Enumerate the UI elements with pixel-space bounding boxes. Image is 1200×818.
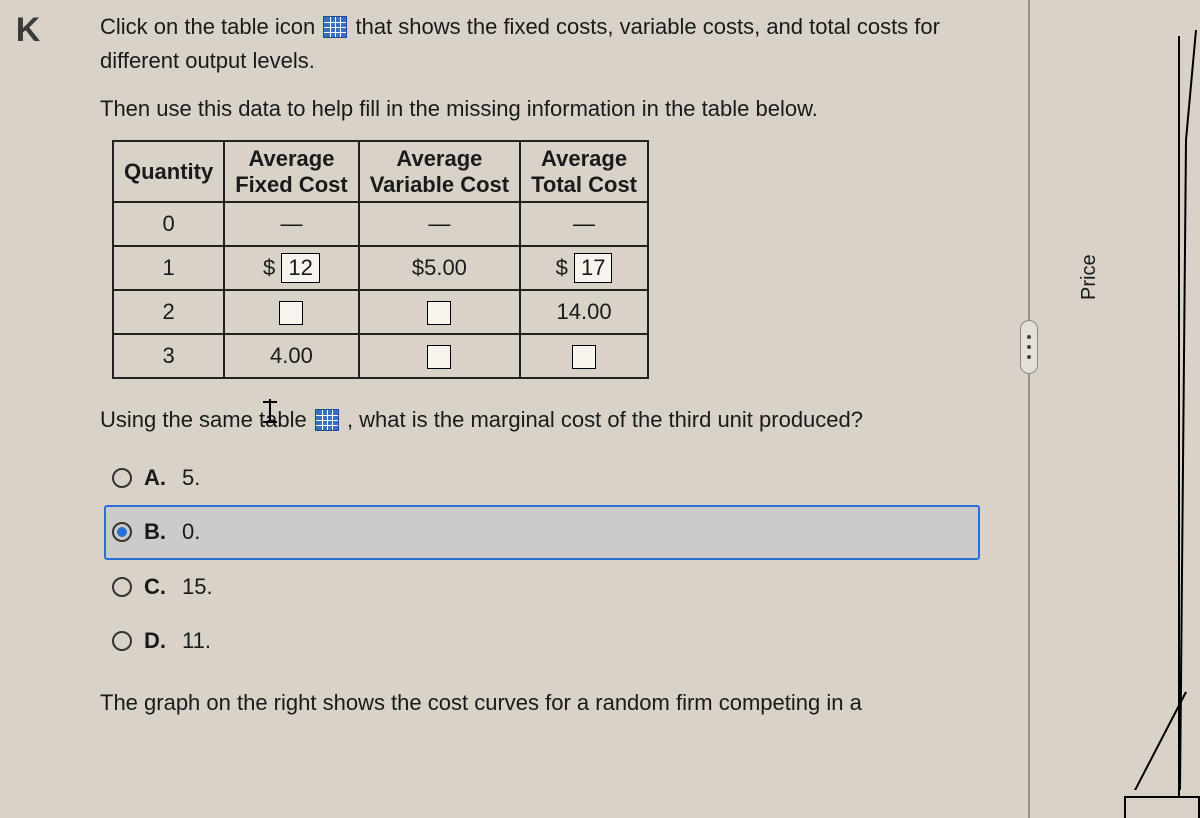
- cell: 14.00: [520, 290, 648, 334]
- table-row: 2 14.00: [113, 290, 648, 334]
- option-text: 5.: [182, 461, 200, 495]
- text-cursor-icon: a: [265, 403, 277, 437]
- instruction-line-2: Then use this data to help fill in the m…: [100, 92, 1020, 126]
- option-text: 0.: [182, 515, 200, 549]
- cell: 4.00: [224, 334, 358, 378]
- question-body: Click on the table icon that shows the f…: [100, 10, 1020, 734]
- cell: [359, 334, 520, 378]
- question-line: Using the same table , what is the margi…: [100, 403, 1020, 437]
- table-row: 1 $ 12 $5.00 $ 17: [113, 246, 648, 290]
- col-afc: AverageFixed Cost: [224, 141, 358, 202]
- text: ble: [277, 407, 312, 432]
- radio-icon[interactable]: [112, 522, 132, 542]
- option-letter: C.: [144, 570, 166, 604]
- graph-intro: The graph on the right shows the cost cu…: [100, 686, 1020, 720]
- axis-frame: [1124, 796, 1200, 818]
- afc-input-filled[interactable]: 12: [281, 253, 319, 283]
- table-row: 3 4.00: [113, 334, 648, 378]
- pane-divider: [1028, 0, 1030, 818]
- cell: 3: [113, 334, 224, 378]
- option-c[interactable]: C. 15.: [104, 560, 980, 614]
- y-axis-label: Price: [1078, 254, 1101, 300]
- radio-icon[interactable]: [112, 577, 132, 597]
- cell: —: [224, 202, 358, 246]
- table-row: 0 — — —: [113, 202, 648, 246]
- option-text: 11.: [182, 624, 211, 658]
- resize-handle[interactable]: [1020, 320, 1038, 374]
- mc-options: A. 5. B. 0. C. 15. D. 11.: [104, 451, 1020, 667]
- avc-input-empty[interactable]: [427, 345, 451, 369]
- atc-input-empty[interactable]: [572, 345, 596, 369]
- option-letter: D.: [144, 624, 166, 658]
- option-letter: A.: [144, 461, 166, 495]
- option-text: 15.: [182, 570, 213, 604]
- option-d[interactable]: D. 11.: [104, 614, 980, 668]
- text: Click on the table icon: [100, 14, 321, 39]
- instruction-line-1: Click on the table icon that shows the f…: [100, 10, 1020, 78]
- cost-table: Quantity AverageFixed Cost AverageVariab…: [112, 140, 649, 379]
- option-b[interactable]: B. 0.: [104, 505, 980, 559]
- cell: $ 12: [224, 246, 358, 290]
- cell: 0: [113, 202, 224, 246]
- text: , what is the marginal cost of the third…: [347, 407, 863, 432]
- afc-input-empty[interactable]: [279, 301, 303, 325]
- cell: —: [520, 202, 648, 246]
- option-a[interactable]: A. 5.: [104, 451, 980, 505]
- radio-icon[interactable]: [112, 631, 132, 651]
- collapse-panel-button[interactable]: K: [8, 10, 48, 50]
- col-quantity: Quantity: [113, 141, 224, 202]
- atc-input-filled[interactable]: 17: [574, 253, 612, 283]
- cell: [520, 334, 648, 378]
- cell: [359, 290, 520, 334]
- radio-icon[interactable]: [112, 468, 132, 488]
- cell: —: [359, 202, 520, 246]
- option-letter: B.: [144, 515, 166, 549]
- table-icon[interactable]: [315, 409, 339, 431]
- chart-panel: [1060, 0, 1200, 818]
- curve-line-2: [1128, 690, 1188, 790]
- cell: 2: [113, 290, 224, 334]
- cell: $ 17: [520, 246, 648, 290]
- cell: 1: [113, 246, 224, 290]
- avc-input-empty[interactable]: [427, 301, 451, 325]
- cell: $5.00: [359, 246, 520, 290]
- text: Using the same t: [100, 407, 265, 432]
- col-atc: AverageTotal Cost: [520, 141, 648, 202]
- table-icon[interactable]: [323, 16, 347, 38]
- col-avc: AverageVariable Cost: [359, 141, 520, 202]
- cell: [224, 290, 358, 334]
